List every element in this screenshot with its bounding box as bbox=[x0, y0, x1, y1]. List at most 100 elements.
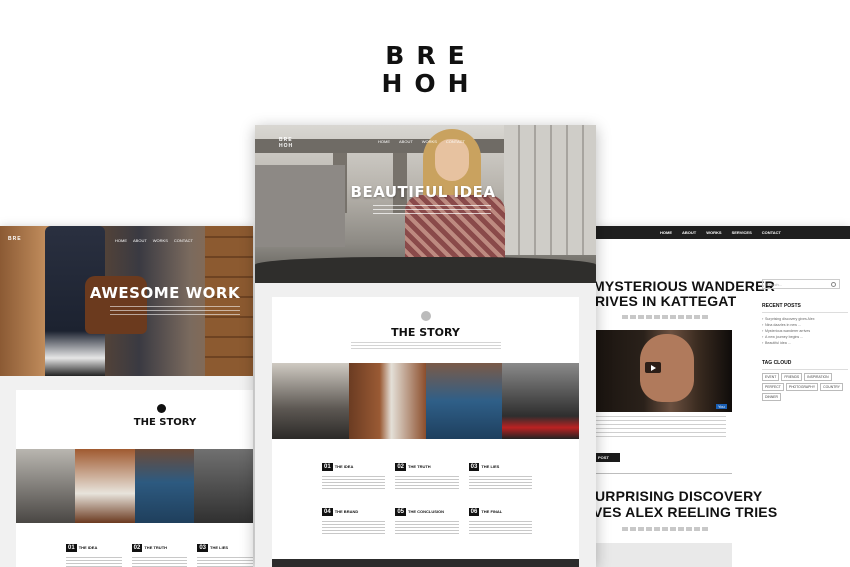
brand-logo-line1: BRE bbox=[385, 41, 477, 70]
search-placeholder: Search... bbox=[766, 282, 783, 287]
item-number: 01 bbox=[66, 544, 77, 552]
left-hero-title: AWESOME WORK bbox=[89, 284, 241, 302]
strip-photo bbox=[272, 363, 349, 439]
center-nav-item[interactable]: WORKS bbox=[422, 139, 437, 144]
post2-image bbox=[596, 543, 732, 567]
item-number: 05 bbox=[395, 508, 407, 516]
left-nav-item[interactable]: WORKS bbox=[153, 238, 168, 243]
center-story-item: 01 THE IDEA bbox=[322, 455, 386, 490]
center-hero-image: BRE HOH HOME ABOUT WORKS CONTACT BEAUTIFU… bbox=[255, 125, 596, 283]
left-nav-item[interactable]: CONTACT bbox=[174, 238, 193, 243]
recent-posts-title: RECENT POSTS bbox=[762, 303, 801, 309]
sidebar-rule bbox=[762, 312, 848, 313]
post1-excerpt-lines bbox=[596, 416, 726, 438]
item-number: 04 bbox=[322, 508, 333, 516]
search-input[interactable]: Search... bbox=[762, 279, 840, 289]
left-hero-image: BRE HOME ABOUT WORKS CONTACT AWESOME WOR… bbox=[0, 226, 253, 376]
left-story-title: THE STORY bbox=[133, 417, 197, 428]
left-nav-item[interactable]: HOME bbox=[115, 238, 127, 243]
item-number: 02 bbox=[131, 544, 143, 552]
nav-item-works[interactable]: WORKS bbox=[706, 230, 721, 235]
sidebar-rule bbox=[762, 369, 848, 370]
strip-photo bbox=[193, 449, 253, 523]
center-photo-strip bbox=[272, 363, 579, 439]
center-story-items: 01 THE IDEA 02 THE TRUTH 03 THE LIES 04 THE … bbox=[322, 455, 532, 535]
strip-photo bbox=[425, 363, 503, 439]
item-text-lines bbox=[131, 557, 188, 567]
center-nav-item[interactable]: ABOUT bbox=[399, 139, 413, 144]
item-text-lines bbox=[66, 557, 122, 567]
right-page-preview: HOME ABOUT WORKS SERVICES CONTACT MYSTER… bbox=[596, 226, 850, 567]
center-story-item: 04 THE BRAND bbox=[322, 500, 386, 535]
strip-photo bbox=[134, 449, 194, 523]
tag[interactable]: Perfect bbox=[762, 383, 784, 391]
strip-photo bbox=[75, 449, 135, 523]
nav-item-services[interactable]: SERVICES bbox=[732, 230, 752, 235]
right-nav: HOME ABOUT WORKS SERVICES CONTACT bbox=[660, 230, 781, 235]
right-sidebar: Search... RECENT POSTS Surprising discov… bbox=[762, 279, 848, 401]
brand-logo-line2: HOH bbox=[381, 69, 481, 98]
nav-item-contact[interactable]: CONTACT bbox=[762, 230, 781, 235]
center-bottom-image bbox=[272, 559, 579, 567]
item-number: 06 bbox=[468, 508, 480, 516]
item-label: THE IDEA bbox=[334, 464, 354, 469]
search-icon[interactable] bbox=[831, 282, 836, 287]
item-text-lines bbox=[322, 521, 386, 535]
post2-meta bbox=[622, 527, 708, 531]
nav-item-about[interactable]: ABOUT bbox=[682, 230, 696, 235]
hero-house bbox=[255, 165, 345, 247]
center-nav-item[interactable]: CONTACT bbox=[446, 139, 465, 144]
item-number: 03 bbox=[197, 544, 209, 552]
post1-title-line1[interactable]: MYSTERIOUS WANDERER bbox=[596, 278, 775, 294]
left-photo-strip bbox=[16, 449, 253, 523]
tag[interactable]: Event bbox=[762, 373, 780, 381]
center-page-preview: BRE HOH HOME ABOUT WORKS CONTACT BEAUTIFU… bbox=[255, 125, 596, 567]
item-text-lines bbox=[468, 476, 532, 490]
left-story-items: 01 THE IDEA 02 THE TRUTH 03 THE LIES bbox=[16, 536, 253, 567]
tag[interactable]: Dinner bbox=[762, 393, 781, 401]
item-label: THE IDEA bbox=[78, 545, 98, 550]
left-nav-item[interactable]: ABOUT bbox=[133, 238, 147, 243]
item-text-lines bbox=[395, 521, 459, 535]
item-label: THE LIES bbox=[210, 545, 229, 550]
read-more-button[interactable]: POST bbox=[596, 453, 620, 462]
recent-post-link[interactable]: Beautiful idea ... bbox=[762, 340, 848, 346]
item-label: THE FINAL bbox=[481, 509, 503, 514]
center-story-item: 02 THE TRUTH bbox=[395, 455, 459, 490]
tag[interactable]: Country bbox=[820, 383, 843, 391]
item-label: THE BRAND bbox=[334, 509, 359, 514]
item-text-lines bbox=[197, 557, 253, 567]
item-label: THE CONCLUSION bbox=[408, 509, 445, 514]
tag[interactable]: Friends bbox=[781, 373, 803, 381]
post2-title-line1[interactable]: URPRISING DISCOVERY bbox=[596, 488, 762, 504]
center-hero-subtitle-lines bbox=[373, 205, 491, 215]
youtube-logo: You bbox=[716, 404, 727, 409]
item-text-lines bbox=[395, 476, 459, 490]
post1-title-line2[interactable]: RIVES IN KATTEGAT bbox=[596, 293, 736, 309]
item-number: 02 bbox=[395, 463, 407, 471]
post-divider bbox=[596, 473, 732, 474]
left-hero-subtitle-lines bbox=[110, 306, 240, 318]
nav-item-home[interactable]: HOME bbox=[660, 230, 672, 235]
tag[interactable]: Inspiration bbox=[804, 373, 832, 381]
center-story-item: 05 THE CONCLUSION bbox=[395, 500, 459, 535]
post1-meta bbox=[622, 315, 708, 319]
item-number: 01 bbox=[322, 463, 333, 471]
tag[interactable]: Photography bbox=[785, 383, 819, 391]
center-story-title: THE STORY bbox=[391, 326, 460, 339]
center-mini-logo: BRE HOH bbox=[279, 137, 294, 149]
hero-woman-face bbox=[435, 139, 469, 181]
center-story-icon bbox=[421, 311, 431, 321]
left-story-icon bbox=[157, 404, 166, 413]
strip-photo bbox=[16, 449, 76, 523]
item-label: THE TRUTH bbox=[144, 545, 168, 550]
left-story-item: 01 THE IDEA bbox=[66, 536, 122, 567]
strip-photo bbox=[502, 363, 579, 439]
tag-cloud: Event Friends Inspiration Perfect Photog… bbox=[762, 373, 848, 401]
left-mini-logo: BRE bbox=[8, 236, 22, 242]
center-nav-item[interactable]: HOME bbox=[378, 139, 390, 144]
play-icon[interactable] bbox=[645, 362, 661, 373]
recent-posts-list: Surprising discovery gives Alex Nina daz… bbox=[762, 316, 848, 346]
post2-title-line2[interactable]: VES ALEX REELING TRIES bbox=[596, 504, 777, 520]
left-nav: HOME ABOUT WORKS CONTACT bbox=[115, 238, 193, 243]
